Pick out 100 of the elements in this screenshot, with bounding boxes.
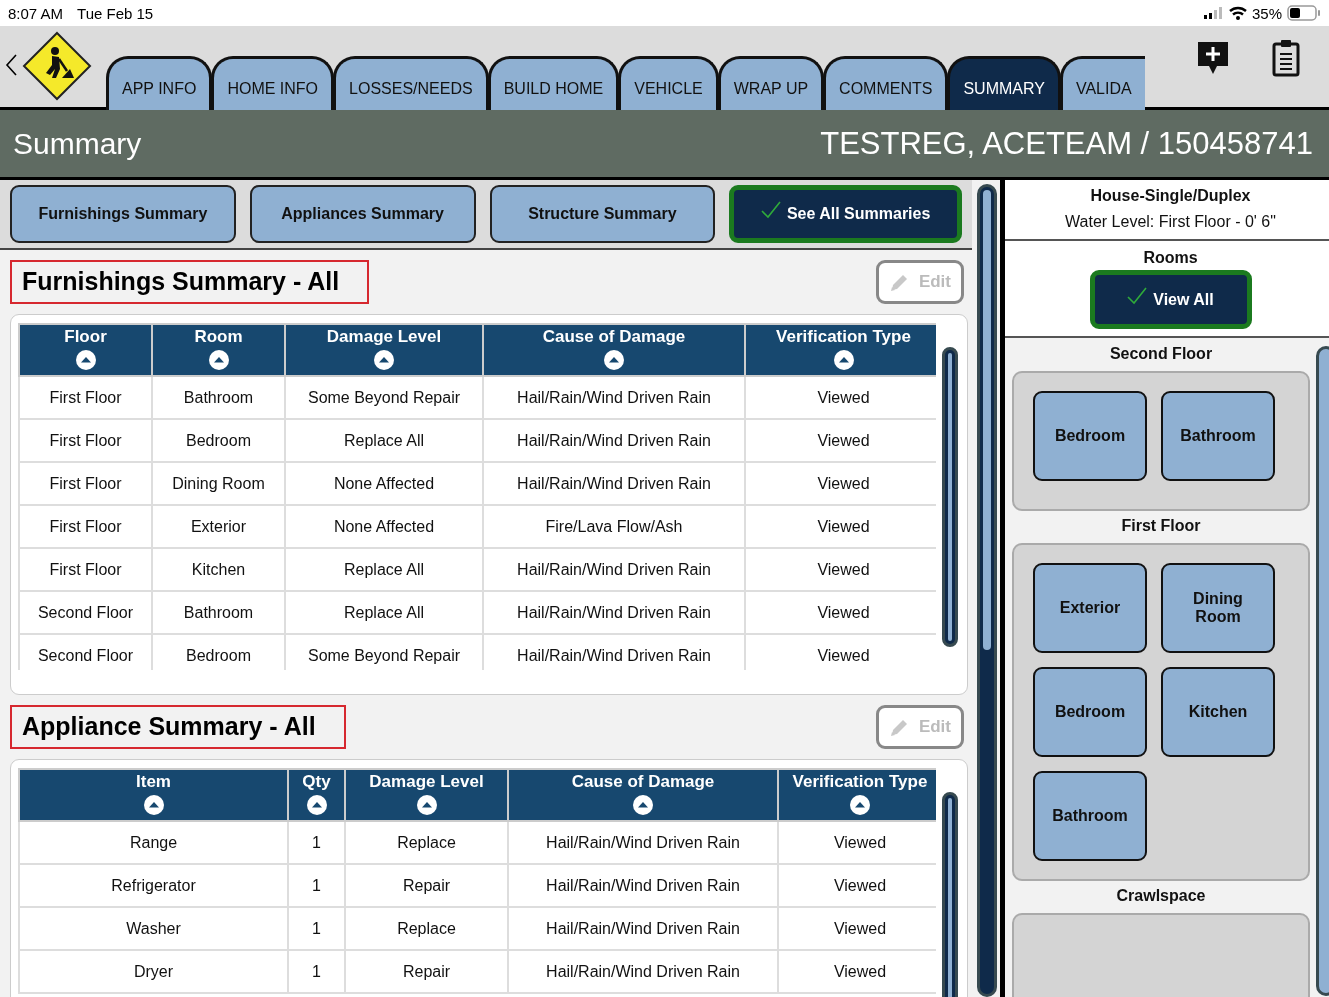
table-cell: 1 xyxy=(288,950,345,993)
column-header[interactable]: Qty xyxy=(288,769,345,821)
home-type: House-Single/Duplex xyxy=(1090,187,1251,205)
water-level: Water Level: First Floor - 0' 6" xyxy=(1065,213,1276,231)
tab[interactable]: LOSSES/NEEDS xyxy=(333,56,489,110)
wifi-icon xyxy=(1228,6,1247,20)
table-cell: Hail/Rain/Wind Driven Rain xyxy=(483,591,745,634)
sort-up-icon xyxy=(633,795,653,815)
column-header[interactable]: Damage Level xyxy=(285,324,483,376)
table-cell: Replace xyxy=(345,821,508,864)
summary-button[interactable]: Appliances Summary xyxy=(249,185,476,243)
status-date: Tue Feb 15 xyxy=(77,4,154,22)
page-title: Summary xyxy=(13,126,142,161)
room-button[interactable]: Bathroom xyxy=(1161,391,1275,481)
column-header[interactable]: Floor xyxy=(19,324,152,376)
table-cell: Range xyxy=(19,821,288,864)
checkmark-icon xyxy=(760,201,781,219)
table-cell: Refrigerator xyxy=(19,864,288,907)
room-button[interactable]: Exterior xyxy=(1033,563,1147,653)
table-cell: None Affected xyxy=(285,462,483,505)
tab[interactable]: VALIDA xyxy=(1059,56,1145,110)
sort-up-icon xyxy=(374,350,394,370)
room-button[interactable]: Bedroom xyxy=(1033,391,1147,481)
column-header[interactable]: Verification Type xyxy=(745,324,936,376)
column-header[interactable]: Cause of Damage xyxy=(508,769,778,821)
view-all-button[interactable]: View All xyxy=(1089,270,1252,329)
table-cell: Kitchen xyxy=(152,548,285,591)
table-cell: Repair xyxy=(345,950,508,993)
table-cell: First Floor xyxy=(19,419,152,462)
tab[interactable]: VEHICLE xyxy=(618,56,719,110)
room-button[interactable]: Kitchen xyxy=(1161,667,1275,757)
tab[interactable]: COMMENTS xyxy=(823,56,949,110)
table-cell: Hail/Rain/Wind Driven Rain xyxy=(508,950,778,993)
tab[interactable]: HOME INFO xyxy=(211,56,335,110)
worker-sign-logo-icon xyxy=(22,31,92,101)
summary-button[interactable]: Structure Summary xyxy=(489,185,716,243)
table-cell: First Floor xyxy=(19,548,152,591)
checkmark-icon xyxy=(1127,286,1148,305)
table-cell: Bedroom xyxy=(152,419,285,462)
sort-up-icon xyxy=(833,350,854,370)
scrollbar[interactable] xyxy=(977,184,997,997)
record-title: TESTREG, ACETEAM / 150458741 xyxy=(820,125,1313,162)
table-cell: Repair xyxy=(345,864,508,907)
status-time: 8:07 AM xyxy=(8,4,64,22)
floor-label: Second Floor xyxy=(1108,345,1214,364)
sort-up-icon xyxy=(208,350,229,370)
table-cell: Bathroom xyxy=(152,591,285,634)
table-cell: None Affected xyxy=(285,505,483,548)
room-button[interactable]: Bedroom xyxy=(1033,667,1147,757)
section-title: Furnishings Summary - All xyxy=(10,260,370,304)
room-button[interactable]: Dining Room xyxy=(1161,563,1275,653)
sort-up-icon xyxy=(604,350,624,370)
table-cell: Hail/Rain/Wind Driven Rain xyxy=(483,548,745,591)
table-cell: Bathroom xyxy=(152,376,285,419)
table-cell: Fire/Lava Flow/Ash xyxy=(483,505,745,548)
sort-up-icon xyxy=(850,795,870,815)
table-cell: Some Beyond Repair xyxy=(285,376,483,419)
signal-icon xyxy=(1203,7,1224,19)
summary-button[interactable]: See All Summaries xyxy=(729,185,962,243)
battery-percent: 35% xyxy=(1251,4,1282,22)
sort-up-icon xyxy=(75,350,96,370)
table-cell: Replace All xyxy=(285,419,483,462)
table-cell: 1 xyxy=(288,821,345,864)
room-button[interactable]: Bathroom xyxy=(1033,771,1147,861)
table-cell: First Floor xyxy=(19,376,152,419)
scrollbar[interactable] xyxy=(942,792,958,997)
table-cell: Replace All xyxy=(285,548,483,591)
battery-icon xyxy=(1287,5,1321,21)
column-header[interactable]: Cause of Damage xyxy=(483,324,745,376)
table-cell: 1 xyxy=(288,864,345,907)
table-cell: Second Floor xyxy=(19,634,152,670)
sort-up-icon xyxy=(143,795,164,815)
back-chevron-icon xyxy=(4,53,18,77)
clipboard-icon xyxy=(1271,38,1301,77)
table-cell: Hail/Rain/Wind Driven Rain xyxy=(483,462,745,505)
tab[interactable]: APP INFO xyxy=(106,56,213,110)
table-cell: Replace xyxy=(345,907,508,950)
table-cell: Hail/Rain/Wind Driven Rain xyxy=(483,419,745,462)
column-header[interactable]: Verification Type xyxy=(778,769,936,821)
tab[interactable]: BUILD HOME xyxy=(487,56,620,110)
table-cell: Second Floor xyxy=(19,591,152,634)
column-header[interactable]: Room xyxy=(152,324,285,376)
floor-label: Crawlspace xyxy=(1115,887,1207,906)
column-header[interactable]: Damage Level xyxy=(345,769,508,821)
tab[interactable]: WRAP UP xyxy=(717,56,825,110)
table-cell: Dryer xyxy=(19,950,288,993)
sort-up-icon xyxy=(416,795,437,815)
table-cell: First Floor xyxy=(19,505,152,548)
scrollbar[interactable] xyxy=(942,347,958,647)
column-header[interactable]: Item xyxy=(19,769,288,821)
pencil-icon xyxy=(888,272,909,292)
sort-up-icon xyxy=(306,795,327,815)
table-cell: 1 xyxy=(288,907,345,950)
table-cell: Washer xyxy=(19,907,288,950)
table-cell: Hail/Rain/Wind Driven Rain xyxy=(508,907,778,950)
floor-label: First Floor xyxy=(1120,517,1202,536)
summary-button[interactable]: Furnishings Summary xyxy=(10,185,236,243)
table-cell: Hail/Rain/Wind Driven Rain xyxy=(508,864,778,907)
table-cell: First Floor xyxy=(19,462,152,505)
tab[interactable]: SUMMARY xyxy=(947,56,1061,110)
